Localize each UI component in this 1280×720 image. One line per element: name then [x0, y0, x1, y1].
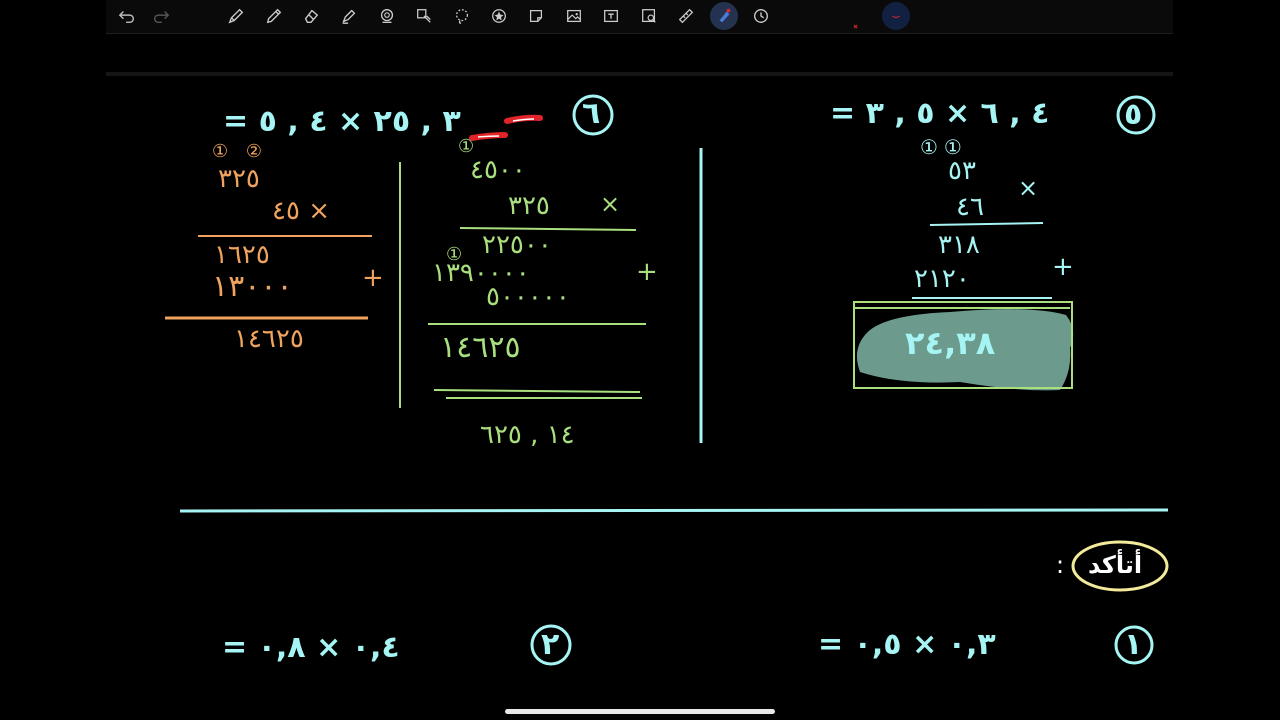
p6-green-plus: +	[636, 257, 666, 287]
p6-green-line-3	[433, 389, 641, 393]
p6-orange-top-row: ٣٢٥	[218, 164, 260, 194]
check-yourself-label: أتأكد	[1088, 551, 1143, 579]
p5-second-row: ٤٦	[956, 192, 984, 222]
p5-equation: = ٤ , ٦ × ٥ , ٣	[830, 96, 1050, 131]
p5-result: ٢٤,٣٨	[905, 324, 996, 362]
p6-green-sum: ١٤٦٢٥	[440, 330, 521, 365]
p6-orange-sum: ١٤٦٢٥	[234, 324, 304, 354]
p5-number: ٥	[1124, 97, 1143, 132]
check-yourself-colon: :	[1056, 551, 1065, 579]
p5-line-1	[929, 222, 1044, 226]
whiteboard-screen: ٥ = ٤ , ٦ × ٥ , ٣ ①① ٥٣ × ٤٦ ٣١٨ ٢١٢٠ + …	[0, 0, 1280, 720]
p6-orange-partial1: ١٦٢٥	[214, 240, 270, 270]
p5-partial2: ٢١٢٠	[914, 264, 970, 294]
exercise1-number: ١	[1124, 627, 1143, 662]
p6-green-times: ×	[600, 190, 627, 218]
p6-green-top-row: ٤٥٠٠	[470, 155, 526, 185]
p5-plus: +	[1052, 252, 1082, 282]
exercise2-number: ٢	[541, 627, 560, 662]
p5-top-row: ٥٣	[948, 156, 976, 186]
p6-equation: = ٣ , ٢٥ × ٤ , ٥	[223, 104, 461, 139]
exercise2-equation: = ٠,٤ × ٠,٨	[222, 630, 400, 665]
p6-orange-partial2: ١٣٠٠٠	[212, 269, 293, 304]
p6-green-partial3: ٥٠٠٠٠٠	[486, 282, 570, 312]
p6-orange-plus: +	[362, 263, 392, 293]
p6-green-second-row: ٣٢٥	[508, 191, 550, 221]
ink-strokes	[165, 94, 1169, 666]
home-indicator[interactable]	[505, 709, 775, 714]
p6-number: ٦	[582, 96, 601, 131]
section-divider	[179, 508, 1169, 513]
p5-partial1: ٣١٨	[938, 230, 980, 260]
p6-orange-carries: ① ②	[212, 141, 268, 162]
p5-carries: ①①	[920, 135, 968, 159]
exercise1-equation: = ٠,٣ × ٠,٥	[818, 627, 996, 662]
p5-times: ×	[1018, 174, 1045, 202]
p6-orange-second-row: ٤٥ ×	[272, 196, 330, 226]
p6-green-carry: ①	[458, 136, 481, 157]
p6-green-partial1: ٢٢٥٠٠	[482, 230, 552, 260]
p6-green-answer: ١٤ , ٦٢٥	[480, 420, 575, 450]
